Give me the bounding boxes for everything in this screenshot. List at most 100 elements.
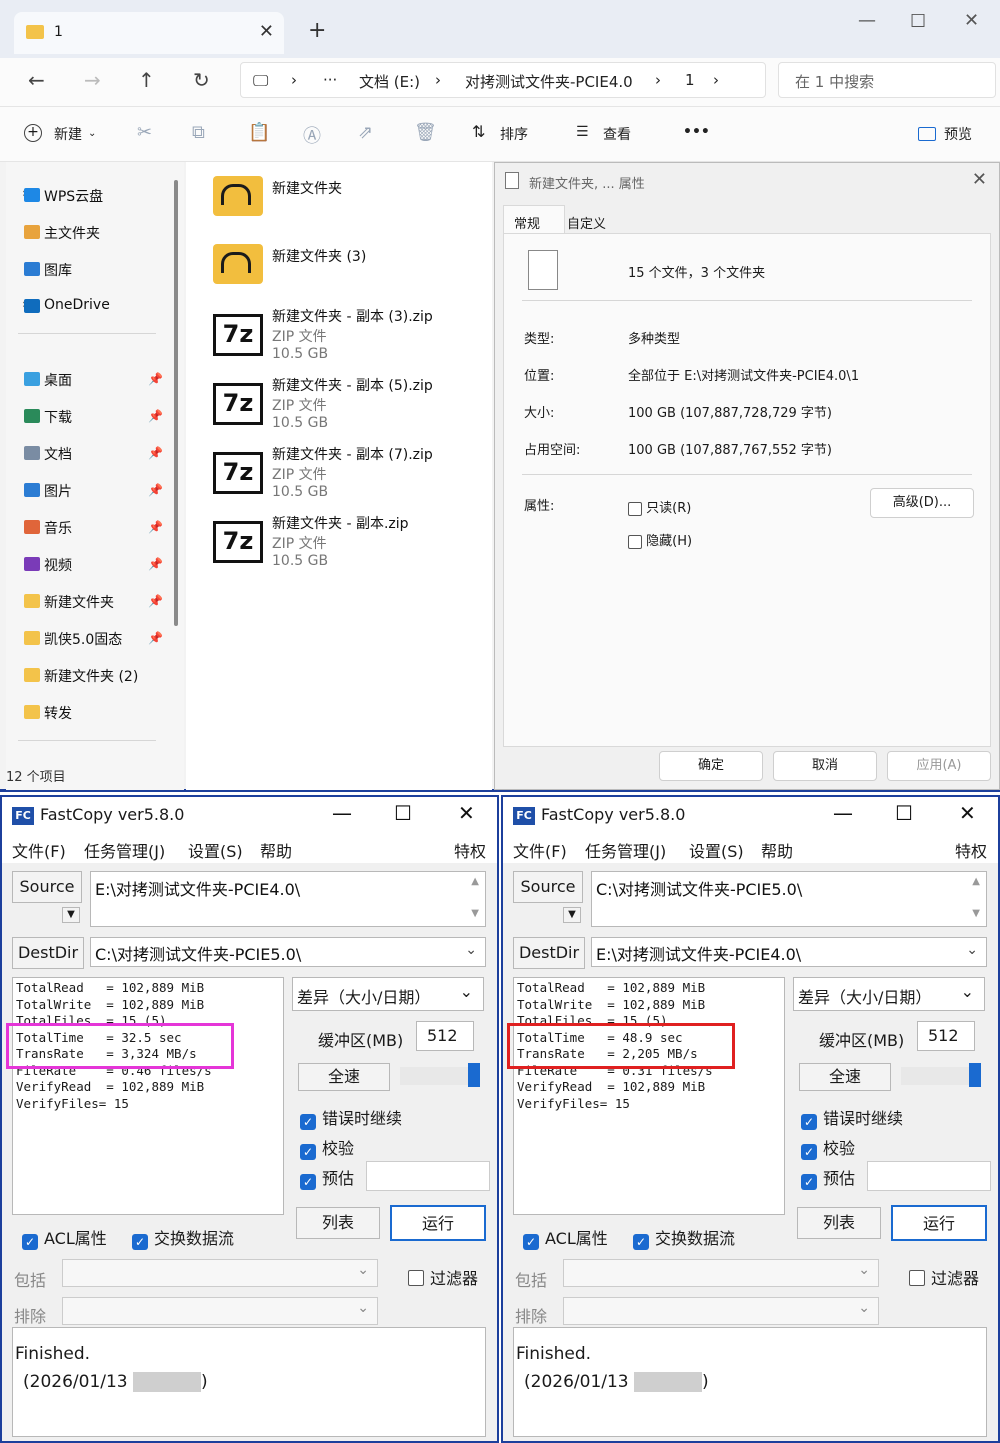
speed-slider-thumb[interactable]: [969, 1063, 981, 1087]
verify-checkbox[interactable]: ✓ 校验: [300, 1135, 354, 1160]
sidebar-item[interactable]: 转发: [44, 703, 72, 723]
hidden-checkbox[interactable]: 隐藏(H): [628, 530, 692, 549]
cut-icon[interactable]: ✂: [137, 122, 152, 143]
file-name[interactable]: 新建文件夹 (3): [272, 246, 366, 266]
ok-button[interactable]: 确定: [659, 751, 763, 781]
view-button[interactable]: 查看: [603, 124, 631, 144]
menu-settings[interactable]: 设置(S): [689, 838, 744, 862]
sidebar-item[interactable]: 新建文件夹 (2): [44, 666, 138, 686]
sidebar-item[interactable]: 主文件夹: [44, 223, 100, 243]
scroll-up-icon[interactable]: ▲: [972, 876, 980, 887]
list-button[interactable]: 列表: [296, 1207, 380, 1239]
apply-button[interactable]: 应用(A): [887, 751, 991, 781]
breadcrumb-drive[interactable]: 文档 (E:): [359, 71, 420, 92]
minimize-icon[interactable]: —: [332, 801, 352, 825]
file-name[interactable]: 新建文件夹: [272, 178, 342, 198]
sort-button[interactable]: 排序: [500, 124, 528, 144]
address-bar[interactable]: 🖵 › ··· 文档 (E:) › 对拷测试文件夹-PCIE4.0 › 1 ›: [240, 62, 766, 98]
paste-icon[interactable]: 📋: [248, 122, 270, 143]
menu-help[interactable]: 帮助: [761, 838, 793, 862]
more-options-button[interactable]: •••: [683, 124, 710, 140]
alternate-stream-checkbox[interactable]: ✓ 交换数据流: [132, 1225, 234, 1250]
source-dropdown-icon[interactable]: ▼: [62, 907, 80, 923]
verify-checkbox[interactable]: ✓ 校验: [801, 1135, 855, 1160]
delete-icon[interactable]: 🗑: [414, 122, 437, 143]
sidebar-item[interactable]: 桌面: [44, 370, 72, 390]
list-button[interactable]: 列表: [797, 1207, 881, 1239]
copy-mode-select[interactable]: 差异（大小/日期） ⌄: [793, 977, 985, 1011]
filter-checkbox[interactable]: 过滤器: [408, 1265, 478, 1289]
include-field[interactable]: ⌄: [62, 1259, 378, 1287]
close-icon[interactable]: ✕: [972, 169, 987, 190]
back-icon[interactable]: ←: [28, 68, 45, 92]
sidebar-item[interactable]: 下载: [44, 407, 72, 427]
preview-button[interactable]: 预览: [944, 124, 972, 144]
scroll-up-icon[interactable]: ▲: [471, 876, 479, 887]
copy-mode-select[interactable]: 差异（大小/日期） ⌄: [292, 977, 484, 1011]
menu-jobs[interactable]: 任务管理(J): [84, 838, 165, 862]
more-path-icon[interactable]: ···: [323, 71, 337, 89]
run-button[interactable]: 运行: [891, 1205, 987, 1241]
alternate-stream-checkbox[interactable]: ✓ 交换数据流: [633, 1225, 735, 1250]
acl-checkbox[interactable]: ✓ ACL属性: [523, 1225, 608, 1250]
source-path-field[interactable]: E:\对拷测试文件夹-PCIE4.0\ ▲ ▼: [90, 871, 486, 927]
sidebar-scrollbar[interactable]: [174, 180, 178, 626]
sidebar-item[interactable]: 新建文件夹: [44, 592, 114, 612]
menu-file[interactable]: 文件(F): [513, 838, 567, 862]
maximize-icon[interactable]: ☐: [895, 801, 913, 825]
file-name[interactable]: 新建文件夹 - 副本 (5).zip: [272, 375, 433, 395]
include-field[interactable]: ⌄: [563, 1259, 879, 1287]
rename-icon[interactable]: Ⓐ: [303, 122, 321, 148]
exclude-field[interactable]: ⌄: [563, 1297, 879, 1325]
sidebar-item[interactable]: 凯侠5.0固态: [44, 629, 122, 649]
menu-settings[interactable]: 设置(S): [188, 838, 243, 862]
speed-slider[interactable]: [901, 1067, 977, 1085]
new-button[interactable]: 新建: [54, 124, 82, 144]
filter-checkbox[interactable]: 过滤器: [909, 1265, 979, 1289]
sidebar-item[interactable]: 图片: [44, 481, 72, 501]
sidebar-item[interactable]: 视频: [44, 555, 72, 575]
speed-slider-thumb[interactable]: [468, 1063, 480, 1087]
file-name[interactable]: 新建文件夹 - 副本 (7).zip: [272, 444, 433, 464]
menu-file[interactable]: 文件(F): [12, 838, 66, 862]
estimate-checkbox[interactable]: ✓ 预估: [300, 1165, 354, 1190]
search-box[interactable]: 在 1 中搜索: [778, 62, 996, 98]
continue-on-error-checkbox[interactable]: ✓ 错误时继续: [801, 1105, 903, 1130]
source-dropdown-icon[interactable]: ▼: [563, 907, 581, 923]
buffer-size-input[interactable]: 512: [416, 1021, 474, 1051]
full-speed-button[interactable]: 全速: [298, 1063, 390, 1091]
advanced-button[interactable]: 高级(D)...: [870, 488, 974, 518]
file-name[interactable]: 新建文件夹 - 副本.zip: [272, 513, 409, 533]
breadcrumb-current[interactable]: 1: [685, 71, 695, 89]
sidebar-item[interactable]: 图库: [44, 260, 72, 280]
scroll-down-icon[interactable]: ▼: [972, 908, 980, 919]
tab-1[interactable]: 1 ✕: [14, 12, 284, 54]
new-tab-icon[interactable]: +: [308, 18, 326, 43]
close-tab-icon[interactable]: ✕: [259, 21, 274, 42]
source-button[interactable]: Source: [12, 871, 82, 903]
estimate-checkbox[interactable]: ✓ 预估: [801, 1165, 855, 1190]
run-button[interactable]: 运行: [390, 1205, 486, 1241]
sidebar-item[interactable]: OneDrive: [44, 297, 110, 313]
destdir-button[interactable]: DestDir: [12, 937, 84, 969]
tab-custom[interactable]: 自定义: [567, 213, 606, 232]
source-path-field[interactable]: C:\对拷测试文件夹-PCIE5.0\ ▲ ▼: [591, 871, 987, 927]
scroll-down-icon[interactable]: ▼: [471, 908, 479, 919]
maximize-icon[interactable]: ☐: [394, 801, 412, 825]
copy-icon[interactable]: ⧉: [192, 122, 205, 143]
file-name[interactable]: 新建文件夹 - 副本 (3).zip: [272, 306, 433, 326]
refresh-icon[interactable]: ↻: [193, 68, 210, 92]
tab-general[interactable]: 常规: [503, 205, 565, 235]
cancel-button[interactable]: 取消: [773, 751, 877, 781]
sidebar-item[interactable]: WPS云盘: [44, 186, 103, 206]
close-icon[interactable]: ✕: [959, 801, 976, 825]
acl-checkbox[interactable]: ✓ ACL属性: [22, 1225, 107, 1250]
share-icon[interactable]: ⇗: [358, 122, 373, 143]
breadcrumb-folder[interactable]: 对拷测试文件夹-PCIE4.0: [465, 71, 633, 92]
continue-on-error-checkbox[interactable]: ✓ 错误时继续: [300, 1105, 402, 1130]
minimize-icon[interactable]: —: [833, 801, 853, 825]
full-speed-button[interactable]: 全速: [799, 1063, 891, 1091]
forward-icon[interactable]: →: [84, 68, 101, 92]
close-icon[interactable]: ✕: [458, 801, 475, 825]
menu-help[interactable]: 帮助: [260, 838, 292, 862]
